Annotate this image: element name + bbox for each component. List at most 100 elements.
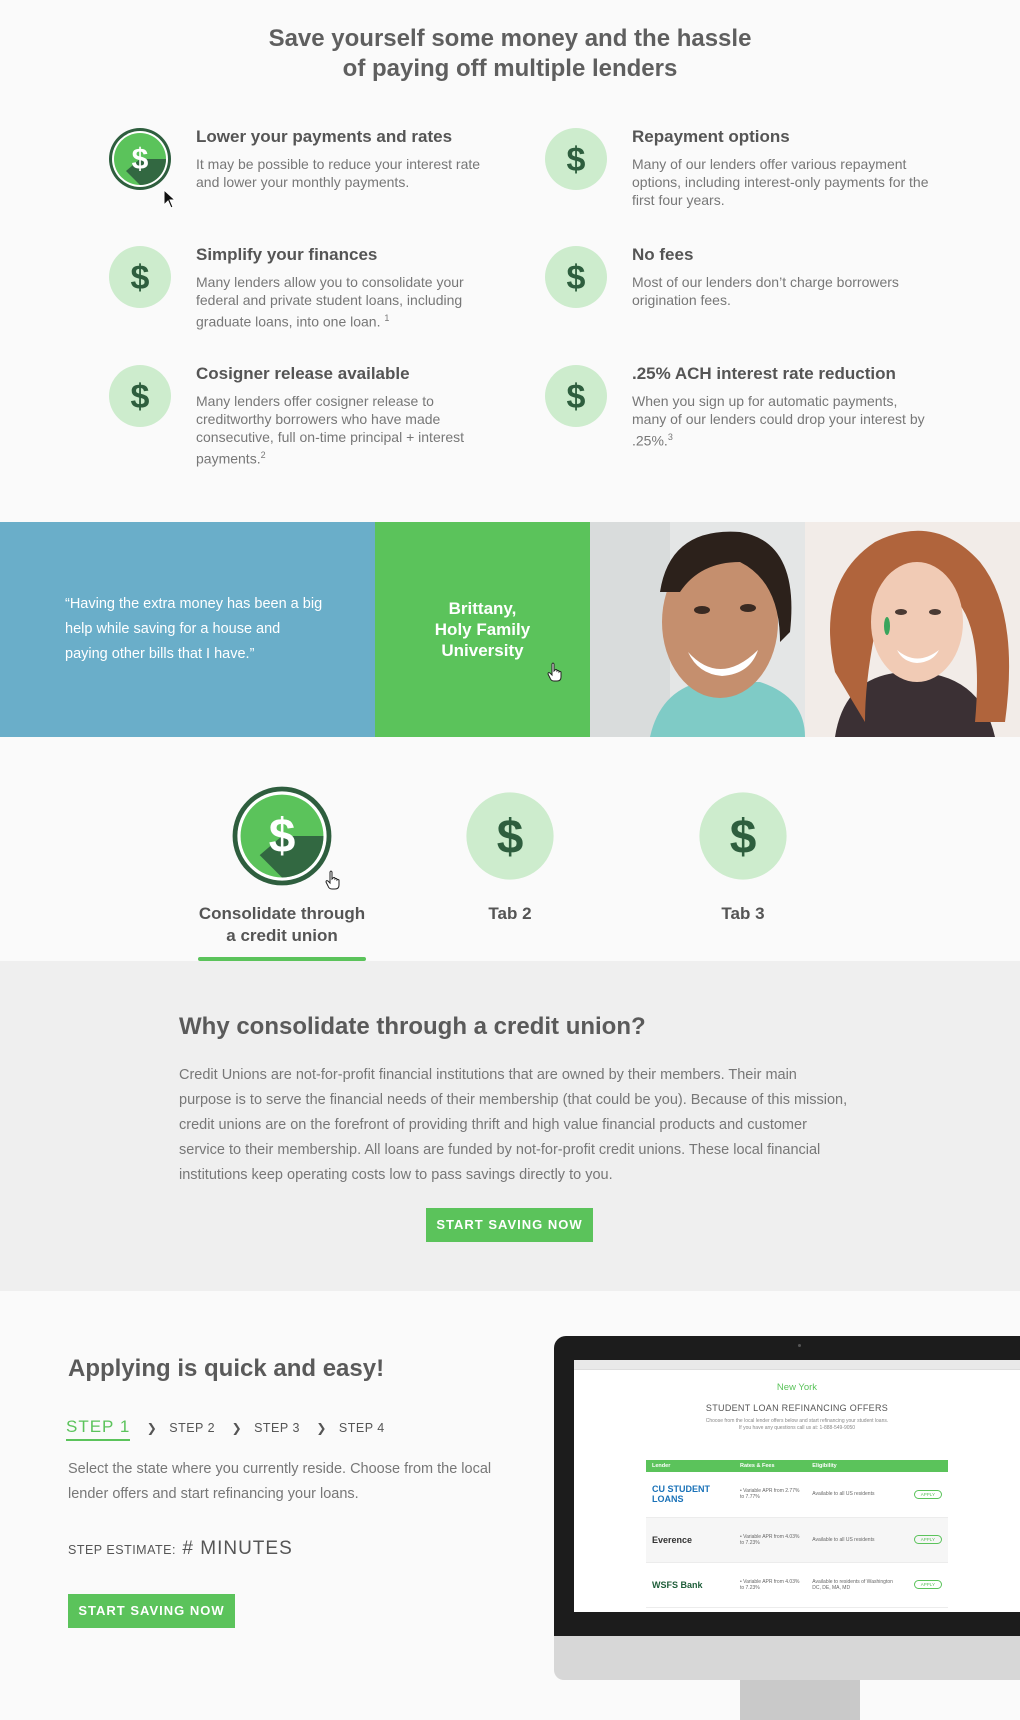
chevron-right-icon: ❯ [316, 1421, 327, 1435]
testimonial-band: “Having the extra money has been a big h… [0, 522, 1020, 737]
benefit-body: Many lenders allow you to consolidate yo… [196, 274, 464, 330]
apply-button[interactable]: APPLY [913, 1489, 942, 1499]
monitor-bezel: New York STUDENT LOAN REFINANCING OFFERS… [554, 1336, 1020, 1636]
monitor-mockup: New York STUDENT LOAN REFINANCING OFFERS… [554, 1336, 1020, 1720]
dollar-icon: $ [109, 246, 171, 308]
table-row: Everence • Variable APR from 4.03% to 7.… [646, 1517, 948, 1563]
tab-3[interactable]: $ Tab 3 [653, 785, 833, 925]
monitor-stand [740, 1680, 860, 1720]
step-4[interactable]: STEP 4 [339, 1421, 385, 1435]
eligibility-cell: Available to all US residents [806, 1517, 908, 1563]
benefit-ach-reduction: $ .25% ACH interest rate reduction When … [544, 364, 964, 464]
testimonial-quote: “Having the extra money has been a big h… [65, 596, 323, 662]
monitor-chin [554, 1636, 1020, 1680]
benefit-cosigner-release: $ Cosigner release available Many lender… [108, 364, 528, 467]
headline-line-2: of paying off multiple lenders [342, 55, 678, 82]
table-row: WSFS Bank • Variable APR from 4.03% to 7… [646, 1562, 948, 1608]
lender-logo: CU STUDENT LOANS [646, 1472, 734, 1518]
hand-pointer-icon [547, 662, 562, 682]
tab-consolidate[interactable]: $ Consolidate through a credit union [192, 785, 372, 947]
chevron-right-icon: ❯ [231, 1421, 242, 1435]
svg-text:$: $ [132, 143, 149, 176]
benefit-no-fees: $ No fees Most of our lenders don’t char… [544, 245, 964, 345]
dollar-icon[interactable]: $ [108, 127, 172, 191]
svg-text:$: $ [269, 810, 296, 863]
rates-cell: • Variable APR from 2.77% to 7.77% [733, 1472, 807, 1518]
mouse-pointer-icon [163, 189, 177, 209]
offers-table: Lender Rates & Fees Eligibility CU STUDE… [646, 1460, 948, 1608]
tab-2[interactable]: $ Tab 2 [420, 785, 600, 925]
why-credit-union-section: Why consolidate through a credit union? … [0, 961, 1020, 1291]
lender-logo: WSFS Bank [646, 1562, 734, 1608]
headline-line-1: Save yourself some money and the hassle [268, 25, 752, 52]
rates-cell: • Variable APR from 4.03% to 7.23% [733, 1562, 807, 1608]
start-saving-button[interactable]: Start saving now [426, 1208, 593, 1242]
dollar-icon: $ [545, 246, 607, 308]
screen-subtitle: Choose from the local lender offers belo… [705, 1418, 889, 1431]
svg-text:$: $ [131, 259, 150, 297]
step-1[interactable]: STEP 1 [66, 1417, 131, 1441]
eligibility-cell: Available to all US residents [806, 1472, 908, 1518]
table-header: Lender [646, 1460, 734, 1472]
benefit-title: .25% ACH interest rate reduction [632, 364, 896, 383]
table-header: Eligibility [806, 1460, 908, 1472]
benefit-title: Lower your payments and rates [196, 127, 453, 146]
svg-text:$: $ [497, 811, 524, 864]
start-saving-button[interactable]: Start saving now [68, 1594, 235, 1628]
screen-title: STUDENT LOAN REFINANCING OFFERS [705, 1403, 889, 1413]
estimate-value: # MINUTES [182, 1538, 293, 1559]
benefit-body: It may be possible to reduce your intere… [196, 156, 481, 190]
apply-button[interactable]: APPLY [913, 1535, 942, 1544]
testimonial-author: Brittany, Holy Family University [434, 599, 531, 660]
chevron-right-icon: ❯ [146, 1421, 157, 1435]
step-breadcrumb: STEP 1 ❯ STEP 2 ❯ STEP 3 ❯ STEP 4 [66, 1417, 385, 1441]
dollar-icon: $ [109, 365, 171, 427]
table-row: CU STUDENT LOANS • Variable APR from 2.7… [646, 1472, 948, 1518]
tab-label: Tab 3 [721, 904, 765, 923]
svg-text:$: $ [567, 259, 586, 297]
apply-title: Applying is quick and easy! [68, 1355, 385, 1382]
step-description: Select the state where you currently res… [68, 1461, 492, 1502]
dollar-icon: $ [466, 792, 554, 880]
eligibility-cell: Available to residents of Washington DC,… [806, 1562, 908, 1608]
testimonial-photo-woman [805, 522, 1020, 737]
tab-label: Consolidate through a credit union [198, 904, 366, 945]
testimonial-author-panel[interactable]: Brittany, Holy Family University [375, 522, 590, 737]
tab-label: Tab 2 [488, 904, 532, 923]
benefit-title: Simplify your finances [196, 245, 378, 264]
dollar-icon: $ [232, 786, 332, 886]
testimonial-photo-man [590, 522, 805, 737]
benefit-repayment-options: $ Repayment options Many of our lenders … [544, 127, 964, 227]
apply-button[interactable]: APPLY [913, 1580, 942, 1589]
step-3[interactable]: STEP 3 [254, 1421, 300, 1435]
lender-logo: Everence [646, 1517, 734, 1563]
estimate-label: STEP ESTIMATE: [68, 1543, 176, 1557]
step-2[interactable]: STEP 2 [169, 1421, 215, 1435]
browser-bar [574, 1360, 1020, 1370]
monitor-screen: New York STUDENT LOAN REFINANCING OFFERS… [574, 1360, 1020, 1612]
benefit-body: Many lenders offer cosigner release to c… [196, 393, 465, 467]
testimonial-quote-panel: “Having the extra money has been a big h… [0, 522, 375, 737]
hand-pointer-icon [325, 870, 340, 890]
benefit-body: Many of our lenders offer various repaym… [632, 156, 929, 208]
svg-text:$: $ [730, 811, 757, 864]
rates-cell: • Variable APR from 4.03% to 7.23% [733, 1517, 807, 1563]
why-body: Credit Unions are not-for-profit financi… [179, 1067, 848, 1183]
benefit-simplify-finances: $ Simplify your finances Many lenders al… [108, 245, 528, 345]
table-header [907, 1460, 948, 1472]
table-header-row: Lender Rates & Fees Eligibility [646, 1460, 948, 1472]
benefit-body: Most of our lenders don’t charge borrowe… [632, 274, 899, 308]
page-headline: Save yourself some money and the hassle … [0, 24, 1020, 84]
screen-state: New York [776, 1382, 818, 1393]
dollar-icon: $ [545, 365, 607, 427]
step-estimate: STEP ESTIMATE: # MINUTES [68, 1538, 293, 1560]
svg-text:$: $ [567, 378, 586, 416]
benefit-title: Repayment options [632, 127, 790, 146]
benefit-title: No fees [632, 245, 694, 264]
why-title: Why consolidate through a credit union? [179, 1013, 646, 1040]
svg-text:$: $ [567, 141, 586, 179]
dollar-icon: $ [545, 128, 607, 190]
footnote-marker: 1 [384, 313, 390, 323]
benefit-body: When you sign up for automatic payments,… [632, 393, 925, 449]
dollar-icon: $ [699, 792, 787, 880]
